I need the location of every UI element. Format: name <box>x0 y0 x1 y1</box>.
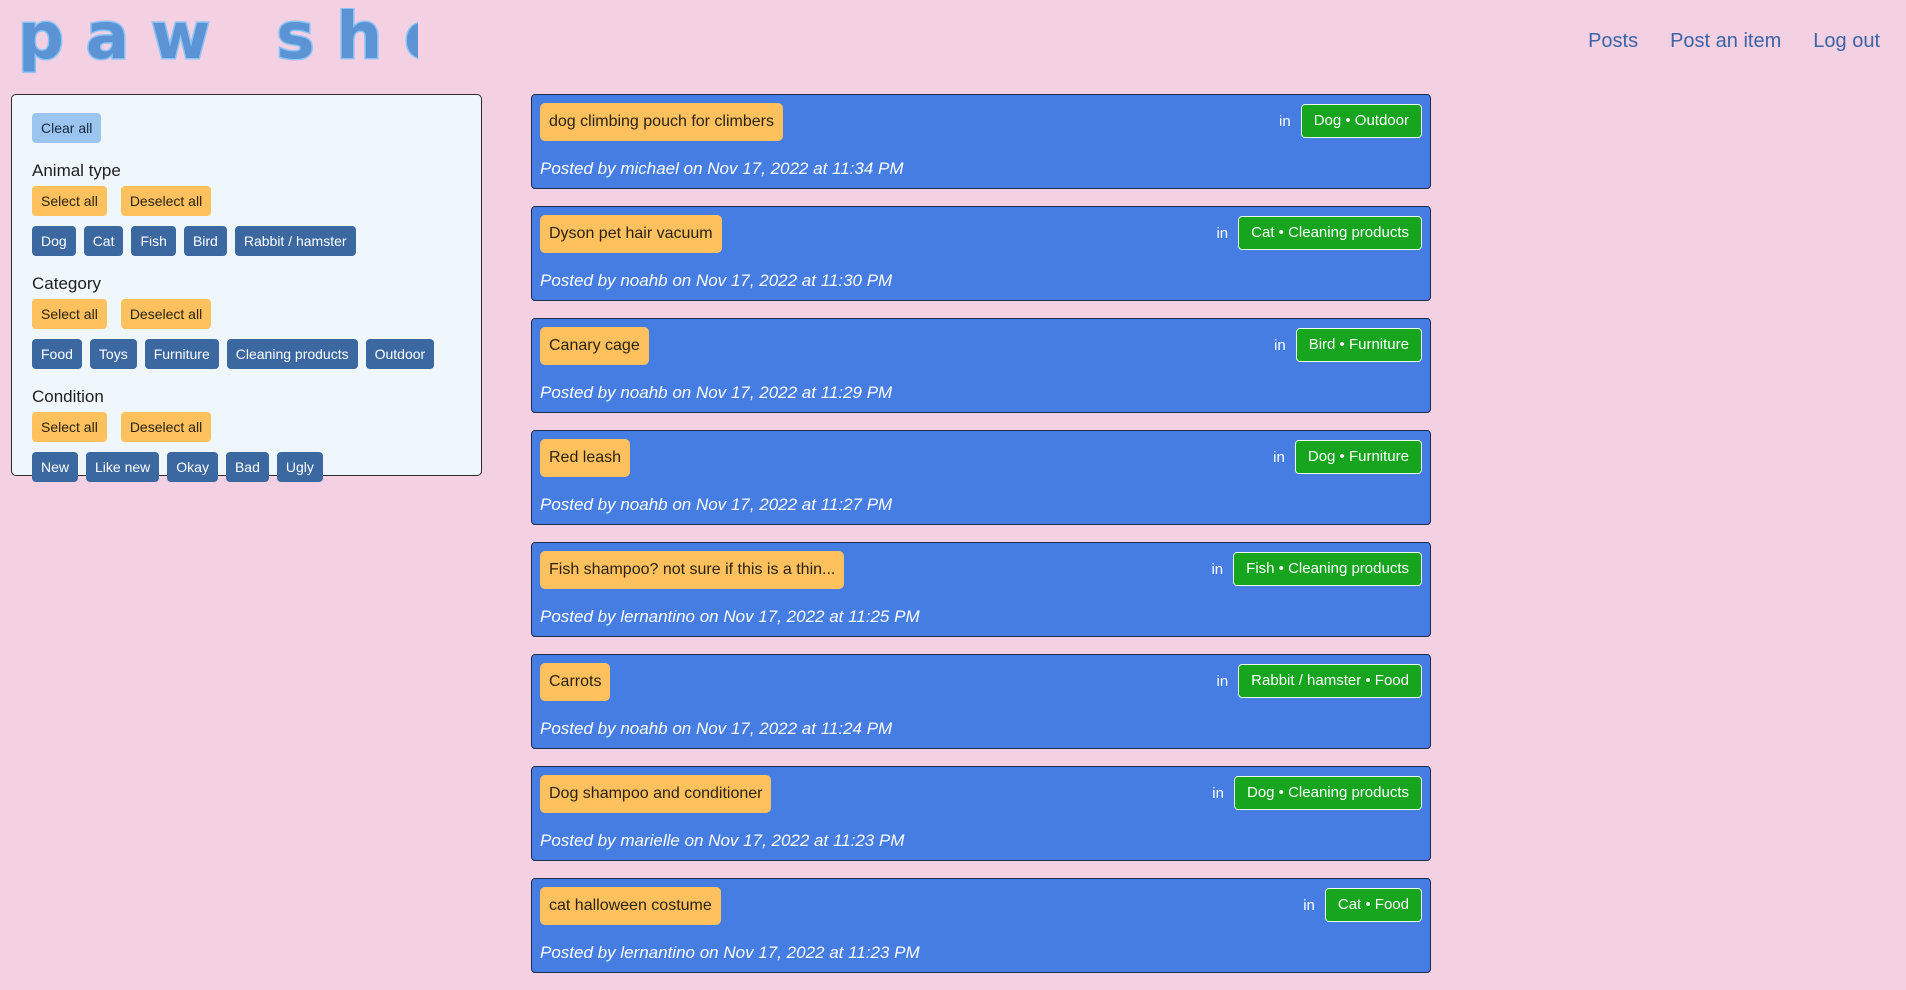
post-card: Red leash in Dog • Furniture Posted by n… <box>531 430 1431 525</box>
post-title[interactable]: Fish shampoo? not sure if this is a thin… <box>540 551 845 589</box>
filter-animal-bird[interactable]: Bird <box>183 226 227 256</box>
post-meta: Posted by noahb on Nov 17, 2022 at 11:30… <box>540 271 893 290</box>
in-label: in <box>1303 896 1315 914</box>
in-label: in <box>1216 672 1229 690</box>
condition-deselect-all-button[interactable]: Deselect all <box>120 412 212 442</box>
post-tag[interactable]: Fish • Cleaning products <box>1233 552 1422 586</box>
post-meta: Posted by noahb on Nov 17, 2022 at 11:29… <box>540 383 893 402</box>
post-title[interactable]: Red leash <box>540 439 631 477</box>
post-meta: Posted by noahb on Nov 17, 2022 at 11:27… <box>540 495 893 514</box>
post-card: cat halloween costume in Cat • Food Post… <box>531 878 1431 973</box>
clear-all-button[interactable]: Clear all <box>32 113 102 143</box>
in-label: in <box>1211 560 1224 578</box>
post-title[interactable]: cat halloween costume <box>540 887 721 925</box>
post-meta: Posted by lernantino on Nov 17, 2022 at … <box>540 943 920 962</box>
main-nav: Posts Post an item Log out <box>1588 30 1880 53</box>
condition-options: New Like new Okay Bad Ugly <box>32 452 461 482</box>
category-deselect-all-button[interactable]: Deselect all <box>120 299 212 329</box>
filter-category-cleaning-products[interactable]: Cleaning products <box>226 339 358 369</box>
condition-heading: Condition <box>32 387 104 406</box>
logo[interactable]: paw shop <box>18 8 418 78</box>
category-select-all-button[interactable]: Select all <box>32 299 107 329</box>
post-tag[interactable]: Cat • Food <box>1324 888 1422 922</box>
filter-condition-bad[interactable]: Bad <box>225 452 269 482</box>
in-label: in <box>1279 112 1291 130</box>
post-list: dog climbing pouch for climbers in Dog •… <box>531 94 1431 990</box>
filter-category-outdoor[interactable]: Outdoor <box>365 339 435 369</box>
post-meta: Posted by lernantino on Nov 17, 2022 at … <box>540 607 920 626</box>
post-card: Fish shampoo? not sure if this is a thin… <box>531 542 1431 637</box>
in-label: in <box>1274 336 1286 354</box>
in-label: in <box>1212 784 1224 802</box>
post-title[interactable]: Canary cage <box>540 327 649 365</box>
filter-panel: Clear all Animal type Select all Deselec… <box>11 94 482 482</box>
filter-condition-like-new[interactable]: Like new <box>86 452 160 482</box>
post-title[interactable]: dog climbing pouch for climbers <box>540 103 783 141</box>
filter-animal-cat[interactable]: Cat <box>83 226 124 256</box>
animal-select-all-button[interactable]: Select all <box>32 186 107 216</box>
logo-text: paw shop <box>18 8 418 74</box>
filter-category-furniture[interactable]: Furniture <box>144 339 219 369</box>
post-card: Dog shampoo and conditioner in Dog • Cle… <box>531 766 1431 861</box>
post-card: Carrots in Rabbit / hamster • Food Poste… <box>531 654 1431 749</box>
filter-animal-rabbit-hamster[interactable]: Rabbit / hamster <box>234 226 356 256</box>
post-tag[interactable]: Bird • Furniture <box>1295 328 1422 362</box>
condition-select-all-button[interactable]: Select all <box>32 412 107 442</box>
filter-category-toys[interactable]: Toys <box>89 339 137 369</box>
animal-deselect-all-button[interactable]: Deselect all <box>120 186 212 216</box>
nav-log-out[interactable]: Log out <box>1813 30 1880 53</box>
post-card: Dyson pet hair vacuum in Cat • Cleaning … <box>531 206 1431 301</box>
category-options: Food Toys Furniture Cleaning products Ou… <box>32 339 461 369</box>
animal-type-heading: Animal type <box>32 161 121 180</box>
post-tag[interactable]: Rabbit / hamster • Food <box>1238 664 1422 698</box>
filter-condition-new[interactable]: New <box>32 452 79 482</box>
in-label: in <box>1216 224 1229 242</box>
post-meta: Posted by noahb on Nov 17, 2022 at 11:24… <box>540 719 893 738</box>
post-meta: Posted by michael on Nov 17, 2022 at 11:… <box>540 159 904 178</box>
post-meta: Posted by marielle on Nov 17, 2022 at 11… <box>540 831 905 850</box>
filter-animal-fish[interactable]: Fish <box>131 226 176 256</box>
post-title[interactable]: Dyson pet hair vacuum <box>540 215 722 253</box>
nav-post-an-item[interactable]: Post an item <box>1670 30 1781 53</box>
nav-posts[interactable]: Posts <box>1588 30 1638 53</box>
filter-condition-okay[interactable]: Okay <box>167 452 218 482</box>
animal-type-options: Dog Cat Fish Bird Rabbit / hamster <box>32 226 461 256</box>
filter-animal-dog[interactable]: Dog <box>32 226 76 256</box>
post-tag[interactable]: Dog • Outdoor <box>1300 104 1422 138</box>
filter-category-food[interactable]: Food <box>32 339 82 369</box>
post-card: dog climbing pouch for climbers in Dog •… <box>531 94 1431 189</box>
post-tag[interactable]: Dog • Furniture <box>1294 440 1422 474</box>
post-title[interactable]: Dog shampoo and conditioner <box>540 775 772 813</box>
post-tag[interactable]: Dog • Cleaning products <box>1233 776 1422 810</box>
category-heading: Category <box>32 274 101 293</box>
filter-condition-ugly[interactable]: Ugly <box>276 452 323 482</box>
in-label: in <box>1273 448 1285 466</box>
post-title[interactable]: Carrots <box>540 663 611 701</box>
post-card: Canary cage in Bird • Furniture Posted b… <box>531 318 1431 413</box>
post-tag[interactable]: Cat • Cleaning products <box>1238 216 1422 250</box>
